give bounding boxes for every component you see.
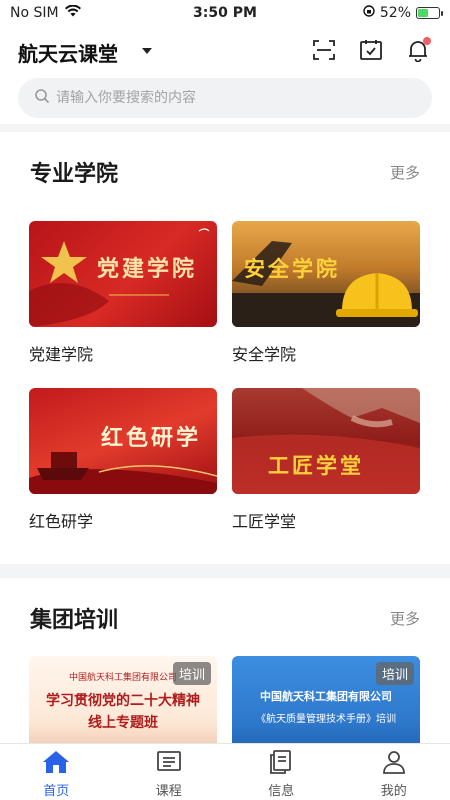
card-image: 红色研学 <box>29 388 217 494</box>
card-image: 工匠学堂 <box>232 388 420 494</box>
training-card[interactable]: 中国航天科工集团有限公司 《航天质量管理技术手册》培训 培训 <box>232 656 420 743</box>
status-bar: No SIM 3:50 PM 52% <box>0 0 450 26</box>
tab-label: 信息 <box>268 784 295 799</box>
search-area <box>0 76 450 124</box>
document-icon <box>267 750 295 780</box>
card-label: 党建学院 <box>29 345 94 364</box>
battery-icon <box>416 7 443 19</box>
tab-label: 课程 <box>155 784 182 799</box>
checkin-calendar-icon[interactable] <box>357 36 385 64</box>
status-right: 52% <box>363 5 443 21</box>
more-link[interactable]: 更多 <box>390 162 420 183</box>
scan-icon[interactable] <box>310 36 338 64</box>
home-icon <box>42 750 70 780</box>
training-tag: 培训 <box>172 662 211 685</box>
group-training-section: 集团培训 更多 中国航天科工集团有限公司 学习贯彻党的二十大精神 线上专题班 培… <box>0 578 450 743</box>
search-bar[interactable] <box>18 78 432 118</box>
more-link[interactable]: 更多 <box>390 608 420 629</box>
battery-percent: 52% <box>379 5 411 21</box>
academies-section: 专业学院 更多 党建学院 党建学院 安全学院 安全学院 红色研学 红色研学 工匠… <box>0 132 450 564</box>
card-image: 党建学院 <box>29 221 217 327</box>
card-banner-text: 党建学院 <box>97 256 198 282</box>
notification-dot <box>423 37 431 45</box>
app-header: 航天云课堂 <box>0 26 450 76</box>
bottom-tab-bar: 首页 课程 信息 我的 <box>0 743 450 800</box>
card-label: 红色研学 <box>29 512 94 531</box>
section-title: 集团培训 <box>30 608 119 633</box>
tab-label: 我的 <box>380 784 407 799</box>
card-banner-text: 红色研学 <box>101 425 202 451</box>
card-banner-text: 安全学院 <box>244 256 340 281</box>
training-card[interactable]: 中国航天科工集团有限公司 学习贯彻党的二十大精神 线上专题班 培训 <box>29 656 217 743</box>
tab-label: 首页 <box>43 784 70 799</box>
battery-fill <box>418 9 429 17</box>
training-org: 中国航天科工集团有限公司 <box>260 690 392 703</box>
tab-me[interactable]: 我的 <box>338 744 450 800</box>
user-icon <box>380 750 408 780</box>
notification-bell-icon[interactable] <box>404 36 432 64</box>
app-title[interactable]: 航天云课堂 <box>18 38 118 67</box>
training-title: 学习贯彻党的二十大精神 <box>46 693 200 709</box>
academy-card-red-study[interactable]: 红色研学 红色研学 <box>29 388 217 532</box>
card-image: 安全学院 <box>232 221 420 327</box>
card-label: 工匠学堂 <box>232 512 297 531</box>
academy-card-craftsman[interactable]: 工匠学堂 工匠学堂 <box>232 388 420 532</box>
search-input[interactable] <box>56 90 396 106</box>
tab-courses[interactable]: 课程 <box>113 744 226 800</box>
orientation-lock-icon <box>363 5 375 21</box>
academy-card-safety[interactable]: 安全学院 安全学院 <box>232 221 420 365</box>
search-icon <box>34 88 50 108</box>
card-banner-text: 工匠学堂 <box>268 453 364 478</box>
tab-home[interactable]: 首页 <box>0 744 113 800</box>
section-title: 专业学院 <box>30 162 119 187</box>
training-title: 《航天质量管理技术手册》培训 <box>256 714 396 725</box>
academy-card-party[interactable]: 党建学院 党建学院 <box>29 221 217 365</box>
dropdown-caret-icon[interactable] <box>142 48 152 54</box>
course-list-icon <box>155 750 183 780</box>
tab-info[interactable]: 信息 <box>225 744 338 800</box>
card-label: 安全学院 <box>232 345 297 364</box>
training-tag: 培训 <box>375 662 414 685</box>
training-subtitle: 线上专题班 <box>88 715 158 731</box>
